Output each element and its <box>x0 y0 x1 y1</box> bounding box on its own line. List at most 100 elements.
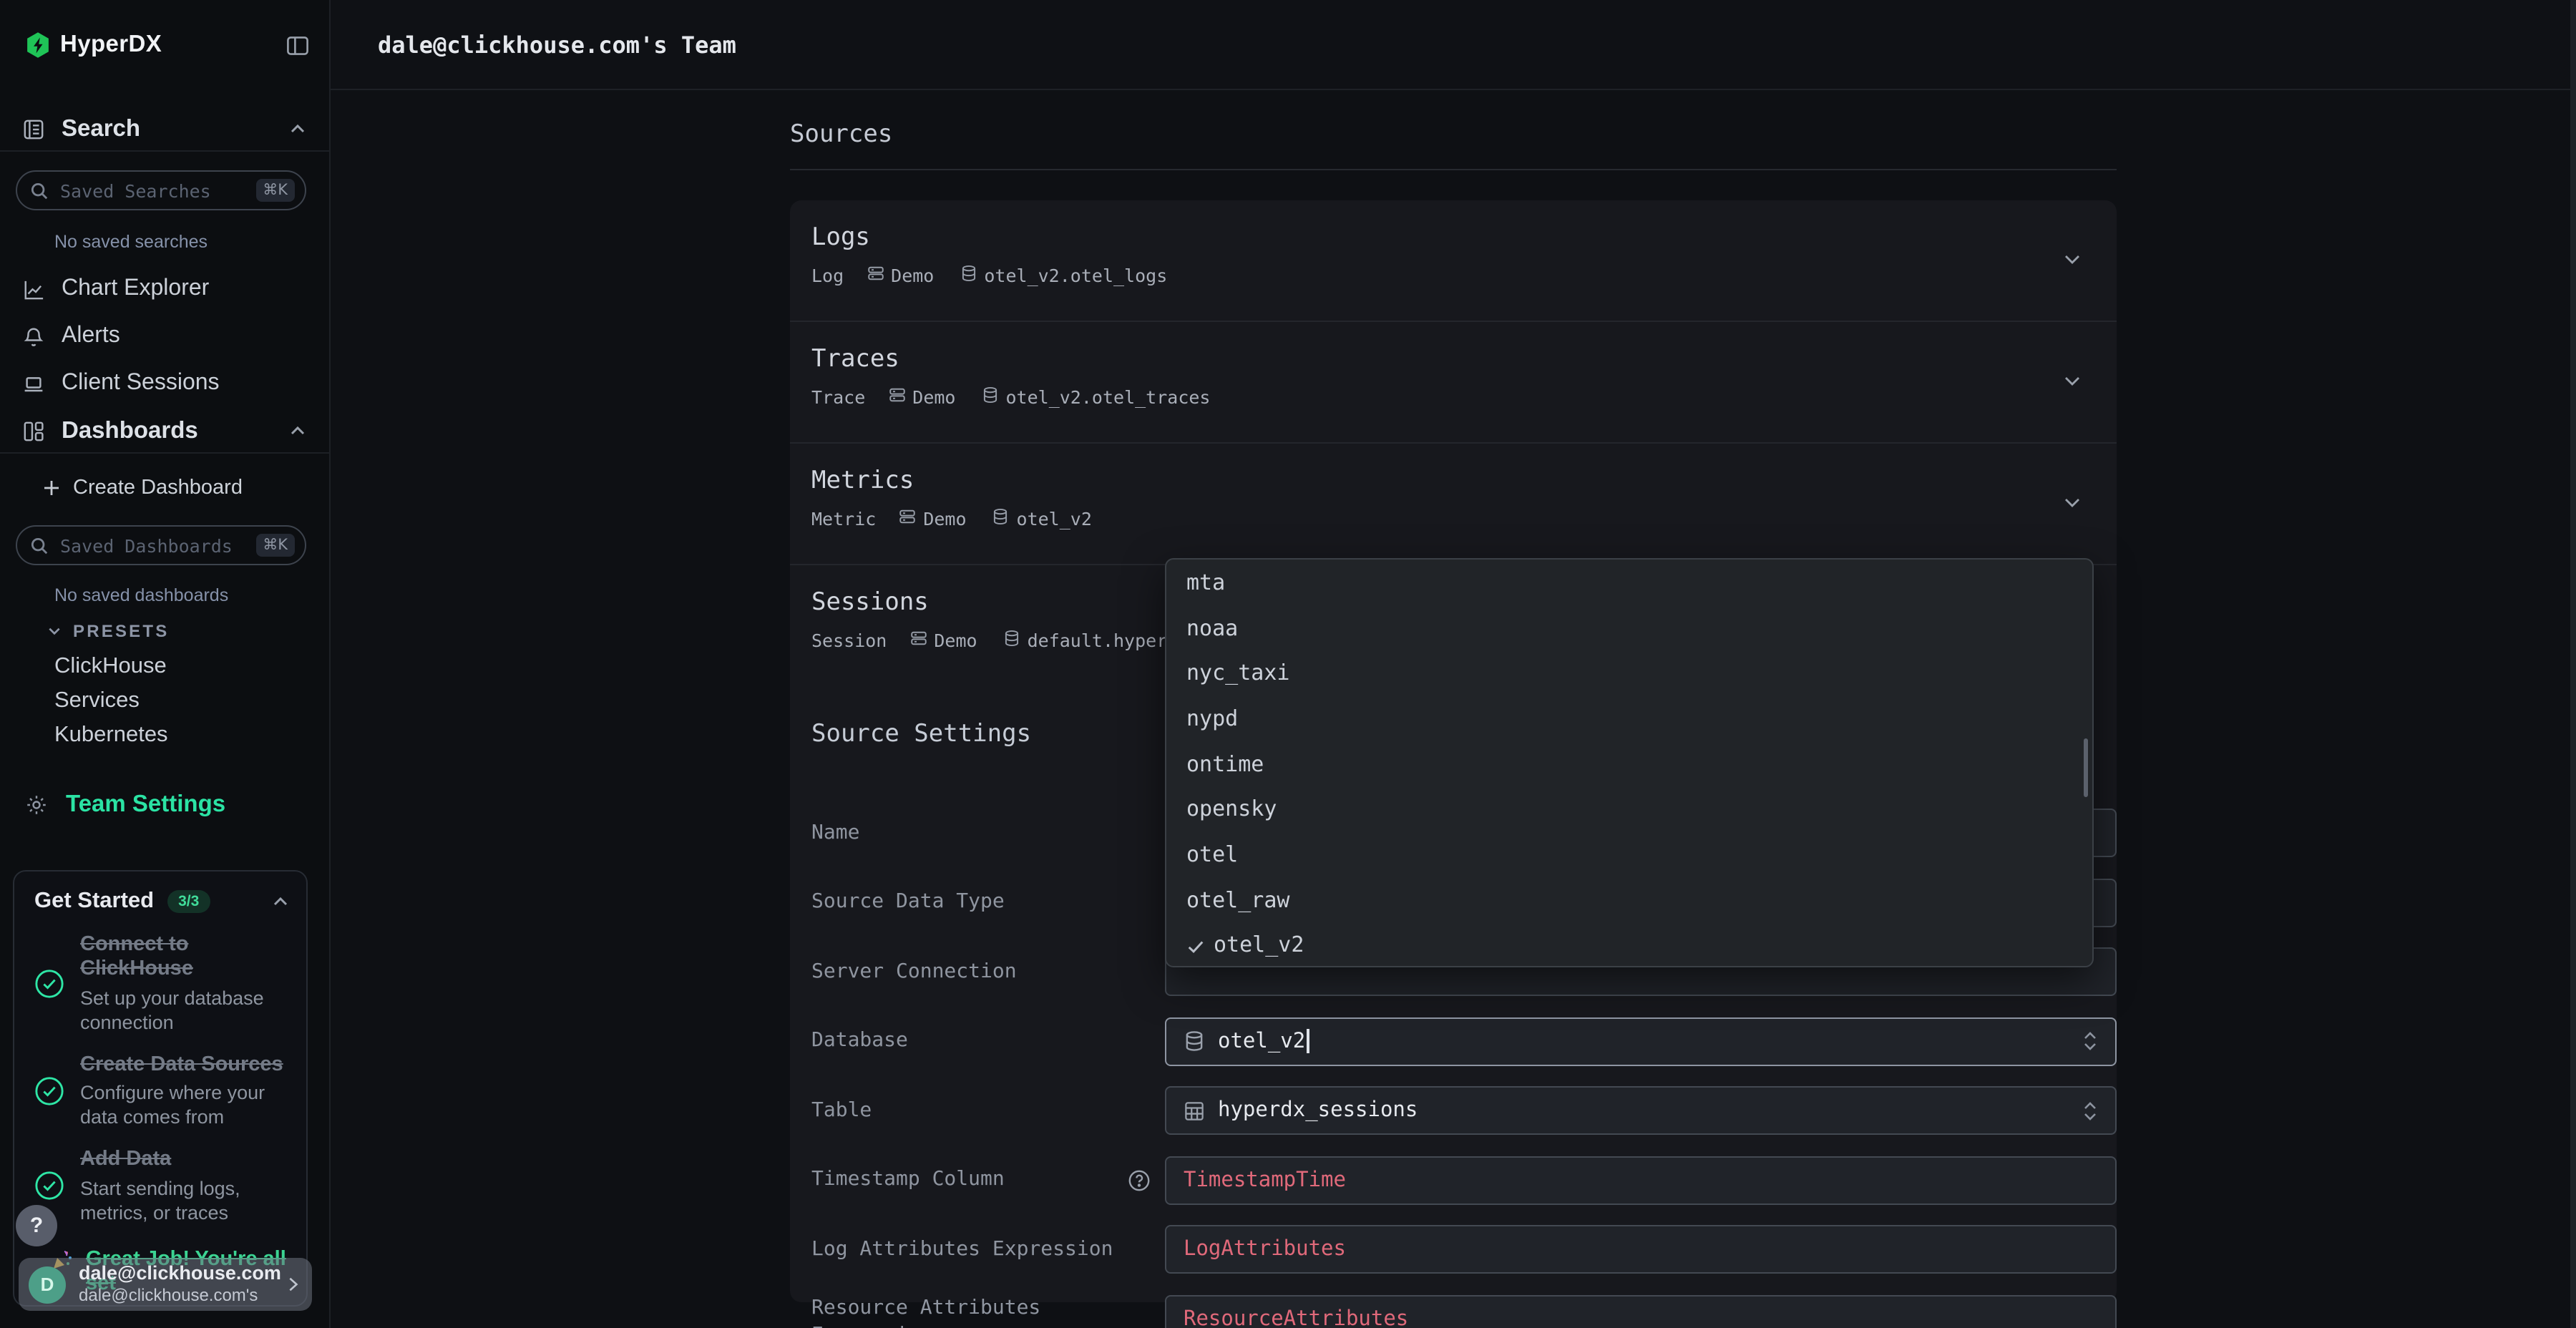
field-label-cell: Table <box>790 1086 1165 1135</box>
preset-services[interactable]: Services <box>54 688 315 711</box>
source-table: otel_v2.otel_traces <box>982 386 1211 408</box>
saved-searches-placeholder: Saved Searches <box>60 180 211 201</box>
sidebar-item-label: Chart Explorer <box>62 276 209 302</box>
page-scrollbar-track[interactable] <box>2570 0 2576 1328</box>
database-option-list: mtanoaanyc_taxinypdontimeopenskyotelotel… <box>1166 560 2092 967</box>
collapse-sidebar-icon[interactable] <box>286 34 309 57</box>
option-label: opensky <box>1186 796 1277 822</box>
task-text: Connect to ClickHouseSet up your databas… <box>80 933 289 1035</box>
sidebar-section-dashboards[interactable]: Dashboards <box>0 416 329 445</box>
server-icon <box>867 265 891 286</box>
source-connection: Demo <box>867 265 934 286</box>
presets-label: PRESETS <box>73 620 169 640</box>
logo-row: HyperDX <box>26 31 309 59</box>
database-dropdown: mtanoaanyc_taxinypdontimeopenskyotelotel… <box>1165 558 2094 967</box>
task-add-data[interactable]: Add DataStart sending logs, metrics, or … <box>34 1148 289 1224</box>
chevron-down-icon[interactable] <box>2062 492 2082 512</box>
presets-toggle[interactable]: PRESETS <box>47 621 169 640</box>
source-meta: MetricDemootel_v2 <box>811 508 2094 529</box>
saved-dashboards-placeholder: Saved Dashboards <box>60 534 233 556</box>
task-title: Connect to ClickHouse <box>80 933 289 983</box>
dropdown-scrollbar[interactable] <box>2083 738 2088 797</box>
database-icon <box>1003 630 1028 651</box>
shortcut-badge: ⌘K <box>255 534 295 557</box>
get-started-panel: Get Started 3/3 Connect to ClickHouseSet… <box>13 870 308 1307</box>
field-label: Server Connection <box>811 958 1017 985</box>
database-icon <box>982 386 1006 408</box>
sidebar-item-chart-explorer[interactable]: Chart Explorer <box>0 275 329 303</box>
user-name: dale@clickhouse.com <box>79 1264 281 1285</box>
help-button[interactable]: ? <box>16 1205 57 1246</box>
plus-icon <box>43 479 60 497</box>
help-icon[interactable] <box>1128 1168 1151 1191</box>
progress-badge: 3/3 <box>167 890 210 913</box>
preset-kubernetes[interactable]: Kubernetes <box>54 723 315 746</box>
brand-name: HyperDX <box>60 31 162 59</box>
chevron-up-icon <box>289 120 306 137</box>
sidebar-section-search[interactable]: Search <box>0 114 329 143</box>
check-circle-icon <box>34 1076 64 1106</box>
database-icon <box>1184 1030 1205 1052</box>
option-noaa[interactable]: noaa <box>1166 605 2092 650</box>
option-label: nyc_taxi <box>1186 660 1290 685</box>
check-icon <box>1186 936 1205 954</box>
resource-attributes-expression-input[interactable]: ResourceAttributes <box>1165 1294 2117 1328</box>
source-connection: Demo <box>899 508 966 529</box>
database-select[interactable]: otel_v2 <box>1165 1017 2117 1065</box>
source-meta: TraceDemootel_v2.otel_traces <box>811 386 2094 408</box>
source-section-traces[interactable]: TracesTraceDemootel_v2.otel_traces <box>790 322 2117 444</box>
saved-searches-input[interactable]: Saved Searches ⌘K <box>16 170 306 210</box>
sidebar-item-team-settings[interactable]: Team Settings <box>26 790 225 819</box>
create-dashboard-button[interactable]: Create Dashboard <box>43 474 243 502</box>
hyperdx-logo-icon <box>26 31 50 59</box>
field-label: Name <box>811 819 859 846</box>
database-icon <box>992 508 1017 529</box>
log-attributes-expression-input[interactable]: LogAttributes <box>1165 1225 2117 1274</box>
source-table: otel_v2 <box>992 508 1092 529</box>
source-section-metrics[interactable]: MetricsMetricDemootel_v2 <box>790 444 2117 565</box>
get-started-header[interactable]: Get Started 3/3 <box>34 889 289 914</box>
option-otel[interactable]: otel <box>1166 831 2092 877</box>
search-section-icon <box>23 118 44 140</box>
option-otel-v2[interactable]: otel_v2 <box>1166 922 2092 967</box>
table-select[interactable]: hyperdx_sessions <box>1165 1086 2117 1135</box>
sidebar-item-label: Client Sessions <box>62 371 220 396</box>
task-create-data-sources[interactable]: Create Data SourcesConfigure where your … <box>34 1053 289 1130</box>
chevron-down-icon[interactable] <box>2062 371 2082 391</box>
option-nyc-taxi[interactable]: nyc_taxi <box>1166 650 2092 695</box>
option-nypd[interactable]: nypd <box>1166 695 2092 741</box>
chevron-up-icon <box>289 422 306 439</box>
field-value: otel_v2 <box>1218 1030 1305 1053</box>
task-list: Connect to ClickHouseSet up your databas… <box>34 933 289 1297</box>
option-opensky[interactable]: opensky <box>1166 786 2092 831</box>
avatar: D <box>29 1266 66 1303</box>
user-menu[interactable]: D dale@clickhouse.com dale@clickhouse.co… <box>19 1258 312 1311</box>
field-label: Log Attributes Expression <box>811 1236 1113 1263</box>
task-title: Add Data <box>80 1148 289 1173</box>
option-mta[interactable]: mta <box>1166 560 2092 605</box>
preset-clickhouse[interactable]: ClickHouse <box>54 654 315 677</box>
option-otel-raw[interactable]: otel_raw <box>1166 877 2092 922</box>
no-saved-searches-text: No saved searches <box>54 232 208 252</box>
task-connect-to-clickhouse[interactable]: Connect to ClickHouseSet up your databas… <box>34 933 289 1035</box>
table-name: otel_v2.otel_traces <box>1006 386 1211 408</box>
saved-dashboards-input[interactable]: Saved Dashboards ⌘K <box>16 525 306 565</box>
timestamp-column-input[interactable]: TimestampTime <box>1165 1156 2117 1204</box>
source-section-logs[interactable]: LogsLogDemootel_v2.otel_logs <box>790 200 2117 322</box>
sidebar-item-alerts[interactable]: Alerts <box>0 322 329 351</box>
table-name: otel_v2.otel_logs <box>984 265 1167 286</box>
option-label: nypd <box>1186 706 1238 731</box>
divider <box>790 169 2117 170</box>
field-value: ResourceAttributes <box>1184 1307 1408 1328</box>
text-cursor <box>1307 1029 1309 1053</box>
sidebar-item-client-sessions[interactable]: Client Sessions <box>0 369 329 398</box>
chevron-down-icon <box>47 623 62 638</box>
chevron-down-icon[interactable] <box>2062 249 2082 269</box>
search-section-label: Search <box>62 115 140 142</box>
server-icon <box>909 630 934 651</box>
option-ontime[interactable]: ontime <box>1166 741 2092 786</box>
field-label-cell: Server Connection <box>790 947 1165 996</box>
field-value: hyperdx_sessions <box>1218 1099 1418 1122</box>
chevrons-updown-icon <box>2082 1030 2098 1052</box>
connection-name: Demo <box>923 508 966 529</box>
